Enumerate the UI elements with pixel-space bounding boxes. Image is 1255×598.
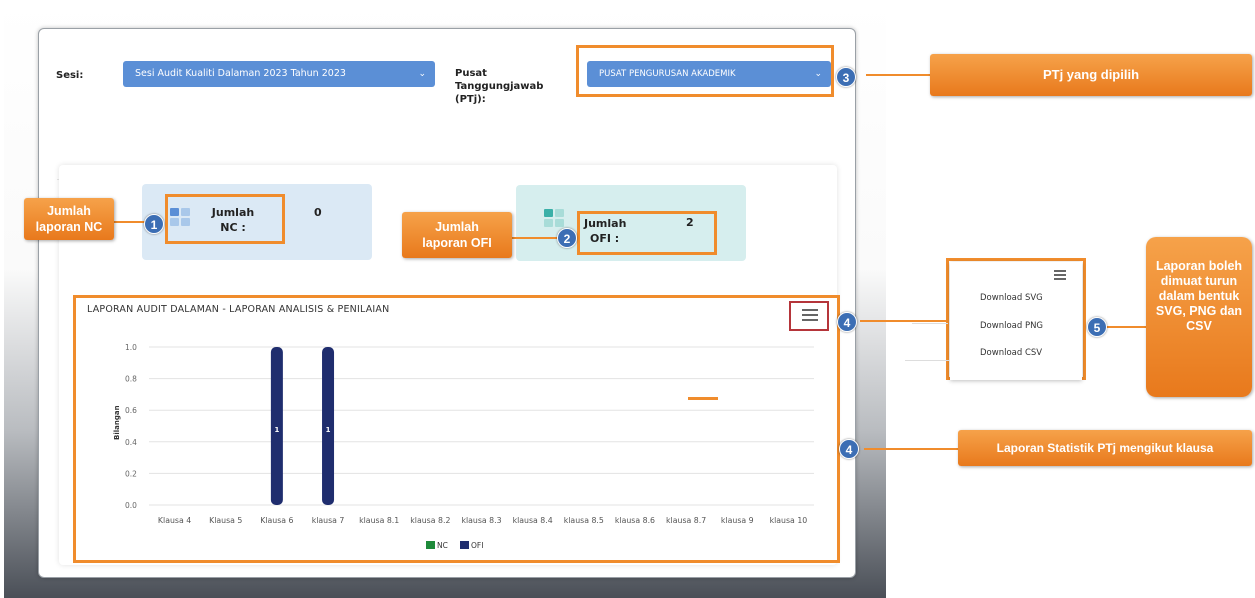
hamburger-menu-icon[interactable] bbox=[1054, 270, 1066, 280]
ofi-highlight-box bbox=[577, 211, 717, 255]
connector-line bbox=[866, 74, 936, 76]
callout-download: Laporan boleh dimuat turun dalam bentuk … bbox=[1146, 237, 1252, 397]
chart-highlight-box bbox=[73, 295, 840, 563]
divider bbox=[912, 323, 948, 324]
callout-statistik: Laporan Statistik PTj mengikut klausa bbox=[958, 430, 1252, 466]
dashboard-tiles-icon bbox=[544, 209, 566, 229]
export-menu-popup: Download SVG Download PNG Download CSV bbox=[950, 262, 1082, 380]
divider bbox=[905, 360, 949, 361]
step-3-badge: 3 bbox=[836, 67, 856, 87]
nc-highlight-box bbox=[165, 194, 285, 244]
ptj-label: Pusat Tanggungjawab (PTj): bbox=[455, 68, 544, 105]
connector-line bbox=[864, 448, 960, 450]
connector-line bbox=[512, 237, 558, 239]
download-csv-item[interactable]: Download CSV bbox=[950, 348, 1082, 358]
download-png-item[interactable]: Download PNG bbox=[950, 321, 1082, 331]
step-2-badge: 2 bbox=[557, 228, 577, 248]
orange-dash bbox=[688, 397, 718, 400]
sesi-select[interactable]: Sesi Audit Kualiti Dalaman 2023 Tahun 20… bbox=[123, 61, 435, 87]
download-svg-item[interactable]: Download SVG bbox=[950, 293, 1082, 303]
callout-ofi: Jumlah laporan OFI bbox=[402, 212, 512, 258]
connector-line bbox=[860, 320, 946, 322]
ptj-highlight-box bbox=[576, 45, 834, 97]
chevron-down-icon: ⌄ bbox=[418, 69, 426, 79]
sesi-label: Sesi: bbox=[56, 70, 84, 81]
step-5-badge: 5 bbox=[1087, 317, 1107, 337]
connector-line bbox=[114, 221, 148, 223]
step-4-badge: 4 bbox=[837, 312, 857, 332]
step-4-badge-secondary: 4 bbox=[839, 439, 859, 459]
sesi-select-value: Sesi Audit Kualiti Dalaman 2023 Tahun 20… bbox=[135, 68, 346, 79]
callout-ptj: PTj yang dipilih bbox=[930, 54, 1252, 96]
step-1-badge: 1 bbox=[144, 214, 164, 234]
callout-nc: Jumlah laporan NC bbox=[24, 198, 114, 240]
connector-line bbox=[1104, 326, 1146, 328]
nc-value: 0 bbox=[314, 206, 322, 219]
